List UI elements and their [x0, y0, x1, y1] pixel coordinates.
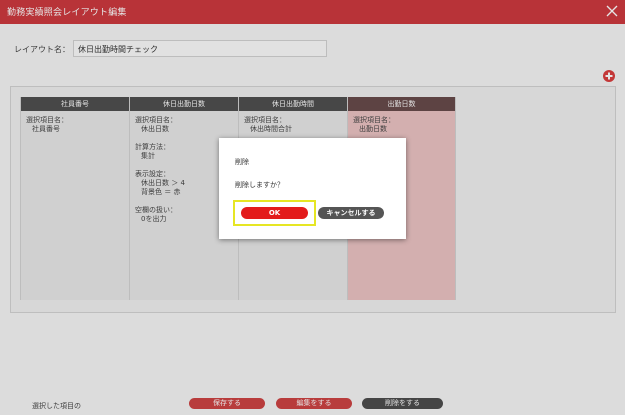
dialog-message: 削除しますか？ — [235, 181, 284, 189]
dialog-title: 削除 — [235, 158, 249, 166]
ok-button[interactable]: OK — [241, 207, 308, 219]
cancel-button[interactable]: キャンセルする — [318, 207, 384, 219]
